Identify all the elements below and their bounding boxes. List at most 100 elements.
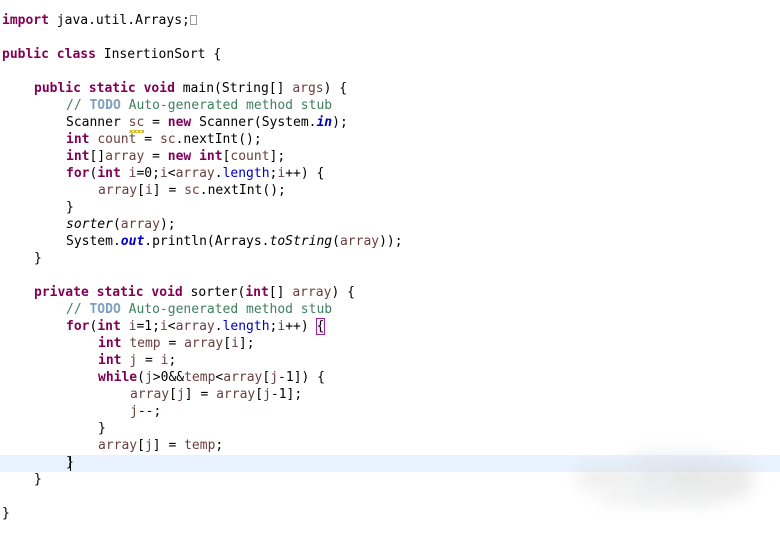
code-line[interactable]: private static void sorter(int[] array) … <box>0 284 780 301</box>
code-token: . <box>214 319 223 334</box>
unknown-glyph-box-icon <box>189 15 197 25</box>
code-line[interactable]: public class InsertionSort { <box>0 46 780 63</box>
code-token: -1]) { <box>278 370 326 385</box>
code-token: [ <box>137 438 145 453</box>
code-token: array <box>120 217 160 232</box>
code-token: Scanner <box>66 115 129 130</box>
code-token: in <box>316 115 333 130</box>
code-token: class <box>56 47 96 62</box>
code-line[interactable]: } <box>0 505 780 522</box>
code-token: ( <box>332 234 340 249</box>
code-line[interactable]: } <box>0 471 780 488</box>
code-line[interactable]: Scanner sc = new Scanner(System.in); <box>0 114 780 133</box>
code-line-text: int temp = array[i]; <box>0 335 255 352</box>
code-line[interactable]: while(j>0&&temp<array[j-1]) { <box>0 369 780 386</box>
code-token: ] = <box>152 183 185 198</box>
code-token: array <box>339 234 380 249</box>
code-line[interactable]: for(int i=1;i<array.length;i++) { <box>0 318 780 335</box>
code-token: args <box>292 81 324 96</box>
code-line[interactable]: array[j] = temp; <box>0 437 780 454</box>
code-line[interactable] <box>0 488 780 505</box>
code-line-text: // TODO Auto-generated method stub <box>0 301 332 318</box>
code-token: static <box>96 285 144 300</box>
code-token: )); <box>379 234 403 249</box>
code-token: ; <box>168 353 177 368</box>
code-token: temp <box>184 438 216 453</box>
code-line[interactable]: int temp = array[i]; <box>0 335 780 352</box>
code-line[interactable] <box>0 29 780 46</box>
code-line-text: array[j] = temp; <box>0 437 223 454</box>
code-line-text: sorter(array); <box>0 216 176 233</box>
code-line[interactable]: System.out.println(Arrays.toString(array… <box>0 233 780 250</box>
code-token: j <box>263 387 271 402</box>
code-token: void <box>143 81 175 96</box>
code-token: main(String[] <box>174 81 293 96</box>
code-surface[interactable]: import java.util.Arrays; public class Ins… <box>0 0 780 537</box>
code-line[interactable]: array[i] = sc.nextInt(); <box>0 182 780 199</box>
code-token: toString <box>269 234 333 249</box>
code-line-text: public class InsertionSort { <box>0 46 221 63</box>
code-token: } <box>34 472 42 487</box>
code-line[interactable]: j--; <box>0 403 780 420</box>
code-token: array <box>130 387 170 402</box>
code-line[interactable] <box>0 63 780 80</box>
code-line[interactable]: // TODO Auto-generated method stub <box>0 301 780 318</box>
code-token: array <box>98 438 138 453</box>
code-token: array <box>105 149 145 164</box>
code-line[interactable]: } <box>0 454 780 471</box>
code-token: .nextInt(); <box>175 132 262 147</box>
code-line[interactable]: public static void main(String[] args) { <box>0 80 780 97</box>
code-token: ); <box>159 217 176 232</box>
code-line[interactable]: int j = i; <box>0 352 780 369</box>
code-line[interactable]: sorter(array); <box>0 216 780 233</box>
code-token: array <box>292 285 332 300</box>
code-token: =0; <box>136 166 160 181</box>
code-token: i <box>144 183 153 198</box>
code-line[interactable] <box>0 267 780 284</box>
code-token: j <box>130 404 138 419</box>
code-token: array <box>223 370 263 385</box>
code-token: TODO <box>89 302 121 317</box>
code-token: = <box>137 353 161 368</box>
code-editor[interactable]: import java.util.Arrays; public class Ins… <box>0 0 780 537</box>
code-line[interactable]: int[]array = new int[count]; <box>0 148 780 165</box>
code-line-text: } <box>0 505 10 522</box>
code-line[interactable]: } <box>0 250 780 267</box>
code-line[interactable]: } <box>0 420 780 437</box>
code-token: j <box>129 353 138 368</box>
code-token: count <box>97 132 137 147</box>
code-token: j <box>144 438 153 453</box>
code-token: // <box>66 98 90 113</box>
code-token: ) { <box>331 285 355 300</box>
code-token: Scanner(System. <box>191 115 317 130</box>
code-token: InsertionSort { <box>95 47 222 62</box>
code-token: java.util.Arrays; <box>56 13 190 28</box>
code-token: array <box>175 319 215 334</box>
code-line-text: array[j] = array[j-1]; <box>0 386 302 403</box>
code-line[interactable]: import java.util.Arrays; <box>0 12 780 29</box>
code-token: temp <box>184 370 216 385</box>
code-line-text: int j = i; <box>0 352 176 369</box>
code-line-text: } <box>0 250 42 267</box>
code-line[interactable]: } <box>0 199 780 216</box>
code-line[interactable]: // TODO Auto-generated method stub <box>0 97 780 114</box>
code-line[interactable]: int count = sc.nextInt(); <box>0 131 780 148</box>
code-token: array <box>216 387 256 402</box>
code-token: temp <box>129 336 161 351</box>
code-token: int <box>245 285 269 300</box>
code-token: sorter( <box>182 285 246 300</box>
code-token: ] = <box>152 438 185 453</box>
code-line[interactable]: for(int i=0;i<array.length;i++) { <box>0 165 780 182</box>
code-line-text: } <box>0 454 74 471</box>
code-token: >0&& <box>152 370 185 385</box>
code-line[interactable]: array[j] = array[j-1]; <box>0 386 780 403</box>
code-token: = <box>144 149 168 164</box>
code-token: length <box>222 319 270 334</box>
code-token: int <box>98 336 122 351</box>
code-token: int <box>199 149 223 164</box>
